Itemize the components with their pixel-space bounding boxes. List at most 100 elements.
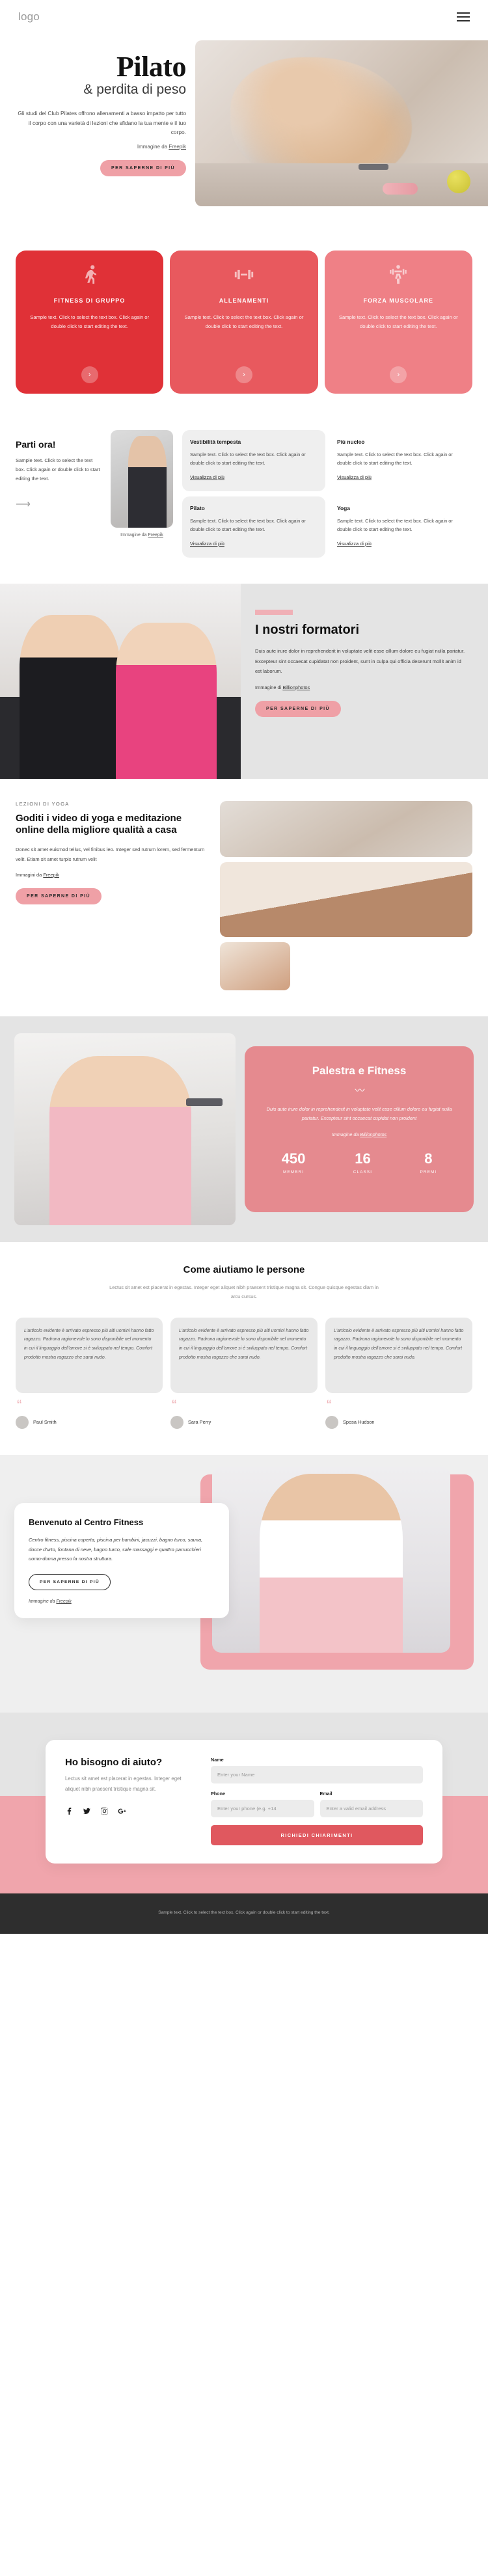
testimonials-subheading: Lectus sit amet est placerat in egestas.… xyxy=(109,1284,379,1300)
gym-image-credit: Immagine da Billionphotos xyxy=(258,1132,461,1137)
feature-tile-link[interactable]: Visualizza di più xyxy=(337,474,372,480)
hamburger-menu-icon[interactable] xyxy=(457,12,470,21)
credit-link[interactable]: Freepik xyxy=(43,872,59,878)
arrow-right-icon[interactable]: ⟶ xyxy=(16,498,102,511)
stat-item: 450 MEMBRI xyxy=(281,1150,306,1174)
feature-tile[interactable]: Yoga Sample text. Click to select the te… xyxy=(329,496,472,558)
dumbbell-icon xyxy=(233,264,255,286)
site-footer: Sample text. Click to select the text bo… xyxy=(0,1893,488,1934)
phone-input[interactable] xyxy=(211,1799,314,1817)
start-now-photo xyxy=(111,430,173,528)
trainers-text: Duis aute irure dolor in reprehenderit i… xyxy=(255,648,465,675)
contact-card: Ho bisogno di aiuto? Lectus sit amet est… xyxy=(46,1739,442,1864)
feature-tile-title: Più nucleo xyxy=(337,439,365,445)
chevron-right-icon[interactable]: › xyxy=(235,366,252,383)
testimonial-author: Paul Smith xyxy=(16,1415,163,1429)
trainers-section: I nostri formatori Duis aute irure dolor… xyxy=(0,583,488,779)
trainers-text-block: I nostri formatori Duis aute irure dolor… xyxy=(241,584,488,779)
feature-tile-link[interactable]: Visualizza di più xyxy=(337,541,372,547)
floor-shape xyxy=(195,163,488,206)
credit-prefix: Immagine da xyxy=(29,1599,57,1604)
testimonials-heading: Come aiutiamo le persone xyxy=(183,1264,305,1275)
athlete-shape xyxy=(260,1474,403,1653)
testimonial-text: L'articolo evidente è arrivato espresso … xyxy=(170,1317,318,1393)
hero-description: Gli studi del Club Pilates offrono allen… xyxy=(18,109,186,136)
yoga-section: LEZIONI DI YOGA Goditi i video di yoga e… xyxy=(0,778,488,1016)
yoga-cta-button[interactable]: PER SAPERNE DI PIÙ xyxy=(16,888,102,904)
contact-section: Ho bisogno di aiuto? Lectus sit amet est… xyxy=(0,1712,488,1893)
hero-subtitle: & perdita di peso xyxy=(83,81,186,97)
hero-image-credit: Immagine da Freepik xyxy=(17,144,186,150)
testimonial-author: Sposa Hudson xyxy=(325,1415,472,1429)
welcome-cta-button[interactable]: PER SAPERNE DI PIÙ xyxy=(29,1574,111,1590)
credit-link[interactable]: Freepik xyxy=(56,1599,71,1604)
stat-item: 8 PREMI xyxy=(420,1150,437,1174)
welcome-photo xyxy=(212,1466,450,1653)
logo[interactable]: logo xyxy=(18,10,40,23)
feature-card-title: ALLENAMENTI xyxy=(219,297,269,304)
submit-button[interactable]: RICHIEDI CHIARIMENTI xyxy=(211,1824,423,1845)
stat-number: 8 xyxy=(424,1150,433,1167)
credit-link[interactable]: Freepik xyxy=(148,533,163,537)
feature-tile-title: Vestibilità tempesta xyxy=(190,439,241,445)
hero-cta-button[interactable]: PER SAPERNE DI PIÙ xyxy=(100,160,186,176)
barbell-shape xyxy=(185,1098,223,1107)
contact-text-block: Ho bisogno di aiuto? Lectus sit amet est… xyxy=(65,1757,195,1845)
feature-card[interactable]: ALLENAMENTI Sample text. Click to select… xyxy=(170,251,318,394)
credit-prefix: Immagine da xyxy=(137,144,169,150)
chevron-right-icon[interactable]: › xyxy=(81,366,98,383)
credit-link[interactable]: Freepik xyxy=(169,144,186,150)
stat-label: PREMI xyxy=(420,1169,437,1174)
yoga-kicker: LEZIONI DI YOGA xyxy=(16,800,70,807)
person-shape xyxy=(128,436,167,528)
stat-number: 450 xyxy=(281,1150,306,1167)
feature-card-text: Sample text. Click to select the text bo… xyxy=(338,314,458,329)
trainers-cta-button[interactable]: PER SAPERNE DI PIÙ xyxy=(255,700,341,717)
towel-shape xyxy=(383,183,418,195)
instagram-icon[interactable] xyxy=(100,1807,109,1815)
feature-tile[interactable]: Più nucleo Sample text. Click to select … xyxy=(329,430,472,491)
gym-stats-section: Palestra e Fitness 〰 Duis aute irure dol… xyxy=(0,1016,488,1242)
name-input[interactable] xyxy=(211,1765,423,1783)
female-trainer-shape xyxy=(115,622,217,779)
gym-stats-card: Palestra e Fitness 〰 Duis aute irure dol… xyxy=(245,1046,474,1212)
chevron-right-icon[interactable]: › xyxy=(390,366,407,383)
feature-tile[interactable]: Pilato Sample text. Click to select the … xyxy=(182,496,325,558)
feature-card[interactable]: FITNESS DI GRUPPO Sample text. Click to … xyxy=(16,251,164,394)
yoga-text: Donec sit amet euismod tellus, vel finib… xyxy=(16,847,205,863)
stats-row: 450 MEMBRI 16 CLASSI 8 PREMI xyxy=(258,1150,461,1174)
welcome-text: Centro fitness, piscina coperta, piscina… xyxy=(29,1537,203,1562)
feature-tile-title: Pilato xyxy=(190,504,205,511)
feature-tile-title: Yoga xyxy=(337,504,350,511)
credit-link[interactable]: Billionphotos xyxy=(282,685,310,690)
welcome-image-credit: Immagine da Freepik xyxy=(29,1599,215,1604)
avatar xyxy=(170,1415,183,1429)
quote-icon: “ xyxy=(172,1396,177,1413)
quote-icon: “ xyxy=(327,1396,332,1413)
email-label: Email xyxy=(319,1790,332,1796)
start-now-heading: Parti ora! xyxy=(16,439,56,450)
contact-heading: Ho bisogno di aiuto? xyxy=(65,1756,163,1768)
credit-prefix: Immagine di xyxy=(255,684,283,690)
yoga-heading: Goditi i video di yoga e meditazione onl… xyxy=(16,812,182,836)
feature-tile-text: Sample text. Click to select the text bo… xyxy=(337,452,453,466)
google-plus-icon[interactable] xyxy=(118,1807,126,1815)
yoga-photo-row xyxy=(220,942,472,990)
feature-tile[interactable]: Vestibilità tempesta Sample text. Click … xyxy=(182,430,325,491)
stat-label: CLASSI xyxy=(353,1169,373,1174)
credit-link[interactable]: Billionphotos xyxy=(360,1132,386,1137)
facebook-icon[interactable] xyxy=(65,1807,74,1815)
email-input[interactable] xyxy=(319,1799,423,1817)
testimonial-author-name: Sposa Hudson xyxy=(343,1419,375,1426)
twitter-icon[interactable] xyxy=(83,1807,91,1815)
name-label: Name xyxy=(211,1756,224,1763)
feature-card[interactable]: FORZA MUSCOLARE Sample text. Click to se… xyxy=(324,251,472,394)
yoga-image-grid xyxy=(220,800,472,990)
feature-tile-link[interactable]: Visualizza di più xyxy=(190,474,224,480)
feature-tile-link[interactable]: Visualizza di più xyxy=(190,541,224,547)
stat-label: MEMBRI xyxy=(282,1169,305,1174)
feature-grid: Vestibilità tempesta Sample text. Click … xyxy=(182,430,472,558)
quote-icon: “ xyxy=(17,1396,22,1413)
welcome-section: Benvenuto al Centro Fitness Centro fitne… xyxy=(0,1454,488,1713)
testimonials-row: L'articolo evidente è arrivato espresso … xyxy=(16,1317,472,1429)
